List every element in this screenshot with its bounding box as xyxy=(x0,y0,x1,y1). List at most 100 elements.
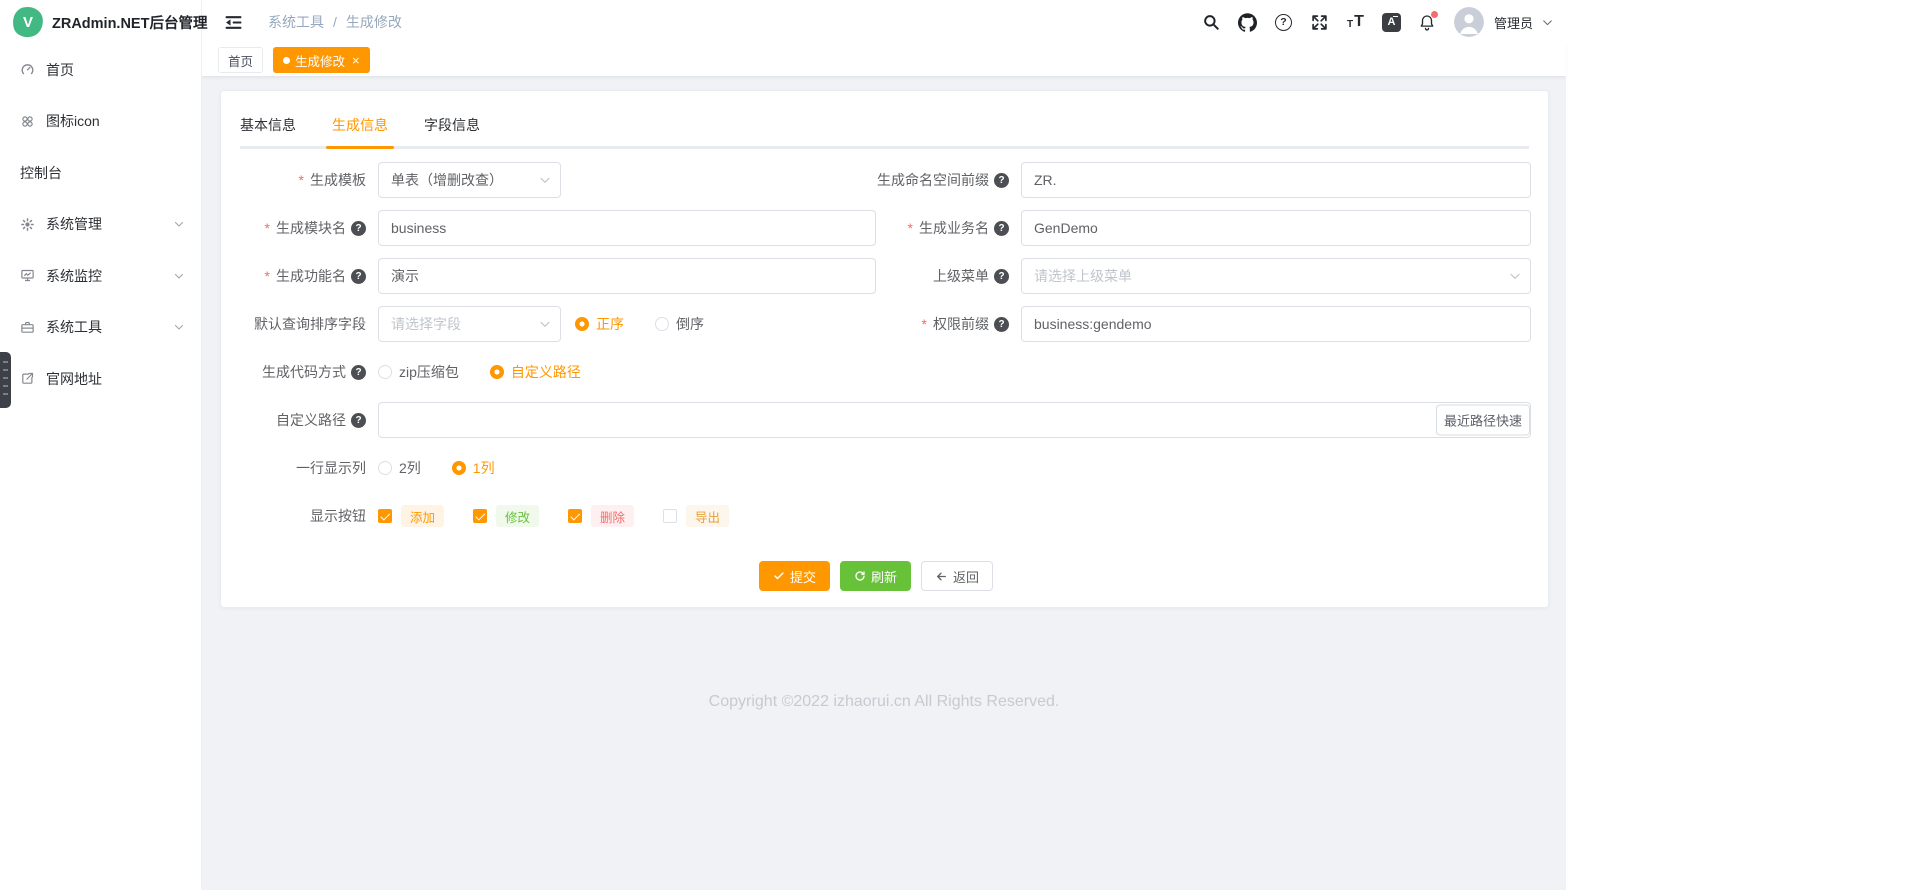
sidebar-item-system-tools[interactable]: 系统工具 xyxy=(0,302,201,354)
refresh-button[interactable]: 刷新 xyxy=(840,561,911,591)
sidebar-item-console[interactable]: 控制台 xyxy=(0,147,201,199)
namespace-prefix-input[interactable] xyxy=(1021,162,1531,198)
form-row: 显示按钮 添加 修改 删除 导出 xyxy=(221,498,1531,534)
help-icon[interactable]: ? xyxy=(1274,11,1293,33)
namespace-prefix-label: 生成命名空间前缀? xyxy=(876,170,1021,190)
sidebar-item-system-management[interactable]: 系统管理 xyxy=(0,199,201,251)
app-logo-row: V ZRAdmin.NET后台管理 xyxy=(0,0,201,44)
form-row: 生成代码方式? zip压缩包 自定义路径 xyxy=(221,354,1531,390)
sidebar-item-label: 系统管理 xyxy=(46,214,102,234)
icon-grid-icon xyxy=(20,114,36,129)
help-question-icon[interactable]: ? xyxy=(994,269,1009,284)
form-tabs: 基本信息 生成信息 字段信息 xyxy=(240,115,1529,149)
submit-button[interactable]: 提交 xyxy=(759,561,830,591)
module-name-label: *生成模块名? xyxy=(221,218,378,238)
recent-path-quick-button[interactable]: 最近路径快速 xyxy=(1436,405,1530,436)
radio-sort-asc[interactable]: 正序 xyxy=(575,314,624,334)
parent-menu-select[interactable] xyxy=(1021,258,1531,294)
radio-dot-icon xyxy=(655,317,669,331)
tab-generate-info[interactable]: 生成信息 xyxy=(332,115,388,146)
sidebar-item-home[interactable]: 首页 xyxy=(0,44,201,96)
notification-badge xyxy=(1431,11,1438,18)
help-question-icon[interactable]: ? xyxy=(351,269,366,284)
checkbox-icon xyxy=(663,509,677,523)
user-menu-chevron-icon[interactable] xyxy=(1541,16,1554,29)
business-name-input[interactable] xyxy=(1021,210,1531,246)
question-mark-glyph: ? xyxy=(1275,14,1292,31)
parent-menu-value[interactable] xyxy=(1021,258,1531,294)
sidebar: V ZRAdmin.NET后台管理 首页 图标icon 控制台 系统管理 xyxy=(0,0,202,890)
font-size-glyph: TT xyxy=(1347,14,1364,30)
help-question-icon[interactable]: ? xyxy=(351,221,366,236)
checkbox-icon xyxy=(378,509,392,523)
sidebar-item-label: 控制台 xyxy=(20,163,62,183)
module-name-input[interactable] xyxy=(378,210,876,246)
parent-menu-label: 上级菜单? xyxy=(876,266,1021,286)
language-icon[interactable]: A xyxy=(1382,11,1401,33)
checkbox-edit[interactable]: 修改 xyxy=(473,505,539,527)
radio-two-columns[interactable]: 2列 xyxy=(378,458,421,478)
sidebar-item-label: 首页 xyxy=(46,60,74,80)
sidebar-item-label: 图标icon xyxy=(46,111,100,131)
radio-sort-desc[interactable]: 倒序 xyxy=(655,314,704,334)
help-question-icon[interactable]: ? xyxy=(994,317,1009,332)
breadcrumb-section[interactable]: 系统工具 xyxy=(268,12,324,32)
username[interactable]: 管理员 xyxy=(1494,13,1533,32)
checkbox-icon xyxy=(473,509,487,523)
help-question-icon[interactable]: ? xyxy=(994,173,1009,188)
avatar[interactable] xyxy=(1454,7,1484,37)
tag-home[interactable]: 首页 xyxy=(218,47,263,73)
breadcrumb-current: 生成修改 xyxy=(346,12,402,32)
sidebar-fold-icon[interactable] xyxy=(212,13,255,32)
navbar-actions: ? TT A 管理员 xyxy=(1202,7,1554,37)
font-size-icon[interactable]: TT xyxy=(1346,11,1365,33)
form-row: *生成模板 生成命名空间前缀? xyxy=(221,162,1531,198)
required-asterisk: * xyxy=(922,316,927,332)
github-icon[interactable] xyxy=(1238,11,1257,33)
form-row: 自定义路径? 最近路径快速 xyxy=(221,402,1531,438)
checkbox-icon xyxy=(568,509,582,523)
app-title: ZRAdmin.NET后台管理 xyxy=(52,12,207,33)
gear-icon xyxy=(20,217,36,232)
delete-pill: 删除 xyxy=(591,505,634,527)
main-area: 系统工具 / 生成修改 ? TT A xyxy=(202,0,1566,890)
help-question-icon[interactable]: ? xyxy=(994,221,1009,236)
sort-field-value[interactable] xyxy=(378,306,561,342)
search-icon[interactable] xyxy=(1202,11,1221,33)
tab-basic-info[interactable]: 基本信息 xyxy=(240,115,296,146)
custom-path-input[interactable] xyxy=(378,402,1531,438)
checkbox-add[interactable]: 添加 xyxy=(378,505,444,527)
sort-field-label: 默认查询排序字段 xyxy=(221,314,378,334)
sort-field-select[interactable] xyxy=(378,306,561,342)
help-question-icon[interactable]: ? xyxy=(351,413,366,428)
required-asterisk: * xyxy=(908,220,913,236)
tag-active-page[interactable]: 生成修改 × xyxy=(273,47,370,73)
form-actions: 提交 刷新 返回 xyxy=(221,561,1531,591)
gen-template-select[interactable] xyxy=(378,162,561,198)
monitor-icon xyxy=(20,268,36,283)
form-row: 一行显示列 2列 1列 xyxy=(221,450,1531,486)
settings-drawer-handle[interactable] xyxy=(0,352,11,408)
help-question-icon[interactable]: ? xyxy=(351,365,366,380)
checkbox-export[interactable]: 导出 xyxy=(663,505,729,527)
fullscreen-icon[interactable] xyxy=(1310,11,1329,33)
chevron-down-icon xyxy=(173,321,185,333)
function-name-label: *生成功能名? xyxy=(221,266,378,286)
sidebar-item-official-site[interactable]: 官网地址 xyxy=(0,353,201,405)
tag-close-icon[interactable]: × xyxy=(352,54,360,67)
tags-bar: 首页 生成修改 × xyxy=(202,44,1566,77)
sidebar-item-system-monitor[interactable]: 系统监控 xyxy=(0,250,201,302)
tab-field-info[interactable]: 字段信息 xyxy=(424,115,480,146)
notification-bell-icon[interactable] xyxy=(1418,11,1437,33)
form-row: *生成功能名? 上级菜单? xyxy=(221,258,1531,294)
radio-one-column[interactable]: 1列 xyxy=(452,458,495,478)
gen-template-value[interactable] xyxy=(378,162,561,198)
back-button[interactable]: 返回 xyxy=(921,561,993,591)
logo-letter: V xyxy=(23,14,33,31)
function-name-input[interactable] xyxy=(378,258,876,294)
checkbox-delete[interactable]: 删除 xyxy=(568,505,634,527)
radio-zip-package[interactable]: zip压缩包 xyxy=(378,362,459,382)
sidebar-item-icons[interactable]: 图标icon xyxy=(0,96,201,148)
radio-custom-path[interactable]: 自定义路径 xyxy=(490,362,581,382)
perm-prefix-input[interactable] xyxy=(1021,306,1531,342)
